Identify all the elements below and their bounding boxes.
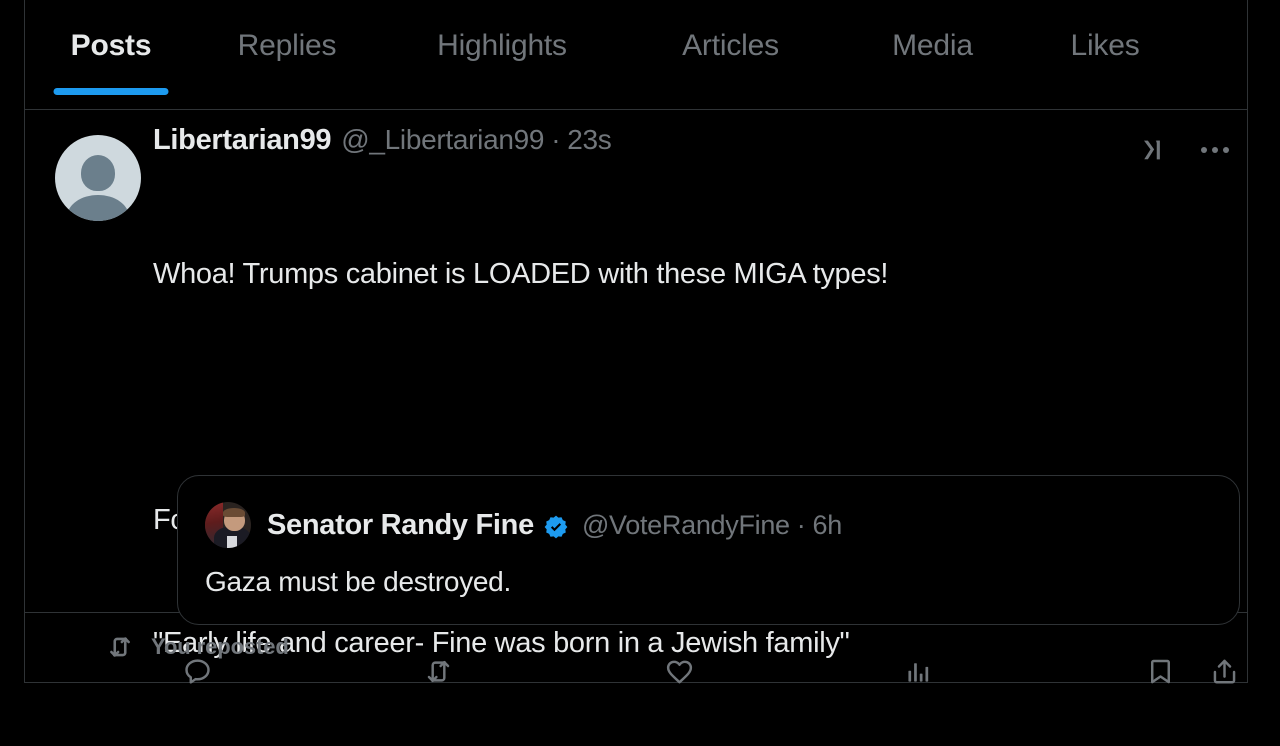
tab-articles-label: Articles	[682, 28, 779, 62]
post-handle[interactable]: @_Libertarian99	[341, 124, 544, 156]
timeline-column: Posts Replies Highlights Articles Media	[24, 0, 1248, 684]
post-article[interactable]: Libertarian99 @_Libertarian99 · 23s Whoa…	[25, 110, 1247, 684]
quoted-display-name: Senator Randy Fine	[267, 508, 534, 541]
post-header: Libertarian99 @_Libertarian99 · 23s	[153, 124, 1229, 166]
post-body-line-1: Whoa! Trumps cabinet is LOADED with thes…	[153, 258, 889, 290]
post-timestamp[interactable]: 23s	[567, 124, 612, 156]
default-avatar-body	[67, 195, 129, 221]
post-display-name[interactable]: Libertarian99	[153, 124, 332, 157]
quoted-separator: ·	[796, 509, 806, 540]
post-body-spacer	[153, 377, 1229, 418]
default-avatar-icon	[81, 155, 115, 191]
tab-likes[interactable]: Likes	[1021, 0, 1189, 109]
tab-replies-label: Replies	[237, 28, 337, 62]
tab-highlights[interactable]: Highlights	[387, 0, 617, 109]
tab-media[interactable]: Media	[844, 0, 1021, 109]
tab-replies[interactable]: Replies	[187, 0, 387, 109]
quoted-post-header: Senator Randy Fine @VoteRandyFine · 6h	[205, 502, 842, 548]
quoted-handle: @VoteRandyFine	[581, 509, 790, 540]
profile-photo-avatar	[205, 502, 251, 548]
avatar-hair	[223, 507, 246, 517]
tab-posts-label: Posts	[70, 28, 152, 62]
quoted-post-card[interactable]: Senator Randy Fine @VoteRandyFine · 6h G…	[177, 475, 1240, 625]
tab-media-label: Media	[892, 28, 973, 62]
app-root: Posts Replies Highlights Articles Media	[0, 0, 1280, 689]
post-separator: ·	[551, 124, 561, 155]
reposted-label: You reposted	[151, 634, 289, 659]
tab-likes-label: Likes	[1070, 28, 1140, 62]
avatar[interactable]	[55, 135, 141, 221]
verified-badge-icon	[543, 514, 569, 540]
quoted-timestamp: 6h	[812, 509, 842, 540]
profile-tab-bar: Posts Replies Highlights Articles Media	[25, 0, 1247, 110]
tab-highlights-label: Highlights	[437, 28, 567, 62]
active-tab-underline	[53, 88, 169, 95]
reposted-context-row: You reposted	[25, 613, 1247, 681]
tab-posts[interactable]: Posts	[35, 0, 187, 109]
tab-list: Posts Replies Highlights Articles Media	[25, 0, 1247, 109]
avatar-shirt	[227, 536, 238, 548]
quoted-post-body: Gaza must be destroyed.	[205, 566, 511, 597]
repost-icon	[105, 632, 135, 662]
tab-articles[interactable]: Articles	[617, 0, 844, 109]
